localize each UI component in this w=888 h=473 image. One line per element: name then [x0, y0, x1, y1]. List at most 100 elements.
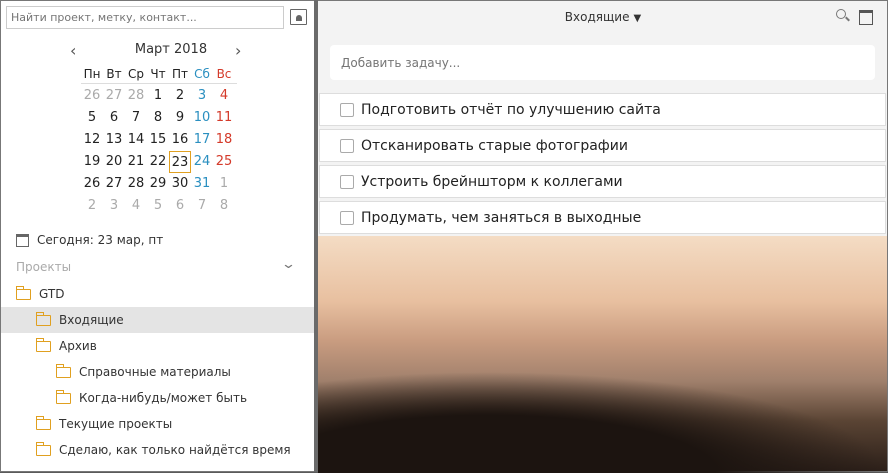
- project-label: GTD: [39, 287, 65, 301]
- calendar-day[interactable]: 9: [169, 107, 191, 129]
- calendar-day[interactable]: 22: [147, 151, 169, 173]
- calendar-day[interactable]: 23: [169, 151, 191, 173]
- projects-header: Проекты: [16, 260, 72, 274]
- project-label: Сделаю, как только найдётся время: [59, 443, 291, 457]
- weekday-header: Вс: [216, 67, 232, 81]
- project-item[interactable]: GTD: [1, 281, 314, 307]
- task-checkbox[interactable]: [340, 174, 354, 189]
- calendar-day[interactable]: 18: [213, 129, 235, 151]
- folder-icon: [56, 363, 71, 378]
- search-input[interactable]: [6, 6, 284, 29]
- project-label: Текущие проекты: [59, 417, 173, 431]
- calendar-day[interactable]: 8: [213, 195, 235, 217]
- calendar-day[interactable]: 29: [147, 173, 169, 195]
- project-item[interactable]: Текущие проекты: [1, 411, 314, 437]
- calendar-day[interactable]: 1: [213, 173, 235, 195]
- calendar-day[interactable]: 4: [125, 195, 147, 217]
- calendar-day[interactable]: 30: [169, 173, 191, 195]
- calendar-day[interactable]: 5: [81, 107, 103, 129]
- calendar-day[interactable]: 24: [191, 151, 213, 173]
- calendar-day[interactable]: 6: [169, 195, 191, 217]
- list-title: Входящие: [564, 10, 630, 24]
- calendar-day[interactable]: 10: [191, 107, 213, 129]
- project-label: Входящие: [59, 313, 124, 327]
- calendar-day[interactable]: 3: [191, 85, 213, 107]
- calendar-day[interactable]: 26: [81, 85, 103, 107]
- calendar-day[interactable]: 17: [191, 129, 213, 151]
- calendar-day[interactable]: 4: [213, 85, 235, 107]
- calendar-day[interactable]: 28: [125, 173, 147, 195]
- calendar-day[interactable]: 28: [125, 85, 147, 107]
- background-photo: [318, 371, 888, 473]
- task-checkbox[interactable]: [340, 138, 354, 153]
- calendar-day[interactable]: 26: [81, 173, 103, 195]
- folder-icon: [16, 285, 31, 300]
- calendar-day[interactable]: 1: [147, 85, 169, 107]
- folder-icon: [36, 311, 51, 326]
- calendar-day[interactable]: 15: [147, 129, 169, 151]
- calendar-day[interactable]: 31: [191, 173, 213, 195]
- calendar-day[interactable]: 3: [103, 195, 125, 217]
- project-item[interactable]: Входящие: [1, 307, 314, 333]
- project-label: Архив: [59, 339, 97, 353]
- calendar-day[interactable]: 25: [213, 151, 235, 173]
- task-checkbox[interactable]: [340, 102, 354, 117]
- calendar-day[interactable]: 21: [125, 151, 147, 173]
- calendar-day[interactable]: 6: [103, 107, 125, 129]
- task-label: Продумать, чем заняться в выходные: [361, 209, 642, 226]
- project-item[interactable]: Сделаю, как только найдётся время: [1, 437, 314, 463]
- project-label: Когда-нибудь/может быть: [79, 391, 248, 405]
- today-link[interactable]: Сегодня: 23 мар, пт: [16, 233, 163, 247]
- folder-icon: [36, 337, 51, 352]
- task-item[interactable]: Продумать, чем заняться в выходные: [319, 201, 886, 234]
- folder-icon: [36, 415, 51, 430]
- weekday-header: Сб: [194, 67, 210, 81]
- list-title-dropdown[interactable]: Входящие ▼: [318, 10, 888, 24]
- sidebar: ‹ Март 2018 › ПнВтСрЧтПтСбВс262728123456…: [0, 0, 314, 472]
- calendar-day[interactable]: 8: [147, 107, 169, 129]
- task-label: Устроить брейншторм к коллегами: [361, 173, 623, 190]
- calendar-day[interactable]: 7: [125, 107, 147, 129]
- task-item[interactable]: Устроить брейншторм к коллегами: [319, 165, 886, 198]
- calendar-month: Март 2018: [134, 42, 208, 57]
- task-checkbox[interactable]: [340, 210, 354, 225]
- weekday-header: Пн: [83, 67, 101, 81]
- calendar-day[interactable]: 27: [103, 173, 125, 195]
- calendar-day[interactable]: 11: [213, 107, 235, 129]
- calendar-day[interactable]: 5: [147, 195, 169, 217]
- task-item[interactable]: Подготовить отчёт по улучшению сайта: [319, 93, 886, 126]
- calendar-day[interactable]: 27: [103, 85, 125, 107]
- task-label: Подготовить отчёт по улучшению сайта: [361, 101, 661, 118]
- calendar-day[interactable]: 20: [103, 151, 125, 173]
- project-label: Справочные материалы: [79, 365, 231, 379]
- next-month-button[interactable]: ›: [235, 41, 241, 60]
- add-task-input[interactable]: [330, 45, 875, 80]
- project-item[interactable]: Справочные материалы: [1, 359, 314, 385]
- calendar-day[interactable]: 14: [125, 129, 147, 151]
- calendar-day[interactable]: 16: [169, 129, 191, 151]
- today-label: Сегодня: 23 мар, пт: [37, 233, 164, 247]
- weekday-header: Пт: [171, 67, 188, 81]
- calendar-icon[interactable]: [859, 10, 873, 25]
- calendar-icon: [16, 233, 29, 247]
- task-label: Отсканировать старые фотографии: [361, 137, 628, 154]
- contacts-icon[interactable]: [290, 9, 307, 25]
- task-item[interactable]: Отсканировать старые фотографии: [319, 129, 886, 162]
- weekday-header: Ср: [128, 67, 144, 81]
- weekday-header: Вт: [106, 67, 122, 81]
- project-item[interactable]: Когда-нибудь/может быть: [1, 385, 314, 411]
- calendar-day[interactable]: 13: [103, 129, 125, 151]
- project-item[interactable]: Архив: [1, 333, 314, 359]
- calendar-day[interactable]: 19: [81, 151, 103, 173]
- calendar-day[interactable]: 2: [169, 85, 191, 107]
- prev-month-button[interactable]: ‹: [70, 41, 76, 60]
- main-panel: Входящие▼ Подготовить отчёт по улучшению…: [318, 0, 888, 473]
- search-icon[interactable]: [836, 9, 846, 19]
- caret-down-icon: ▼: [633, 13, 642, 24]
- chevron-down-icon[interactable]: ⌄: [281, 257, 296, 272]
- folder-icon: [56, 389, 71, 404]
- calendar-day[interactable]: 2: [81, 195, 103, 217]
- calendar-day[interactable]: 12: [81, 129, 103, 151]
- calendar-day[interactable]: 7: [191, 195, 213, 217]
- folder-icon: [36, 441, 51, 456]
